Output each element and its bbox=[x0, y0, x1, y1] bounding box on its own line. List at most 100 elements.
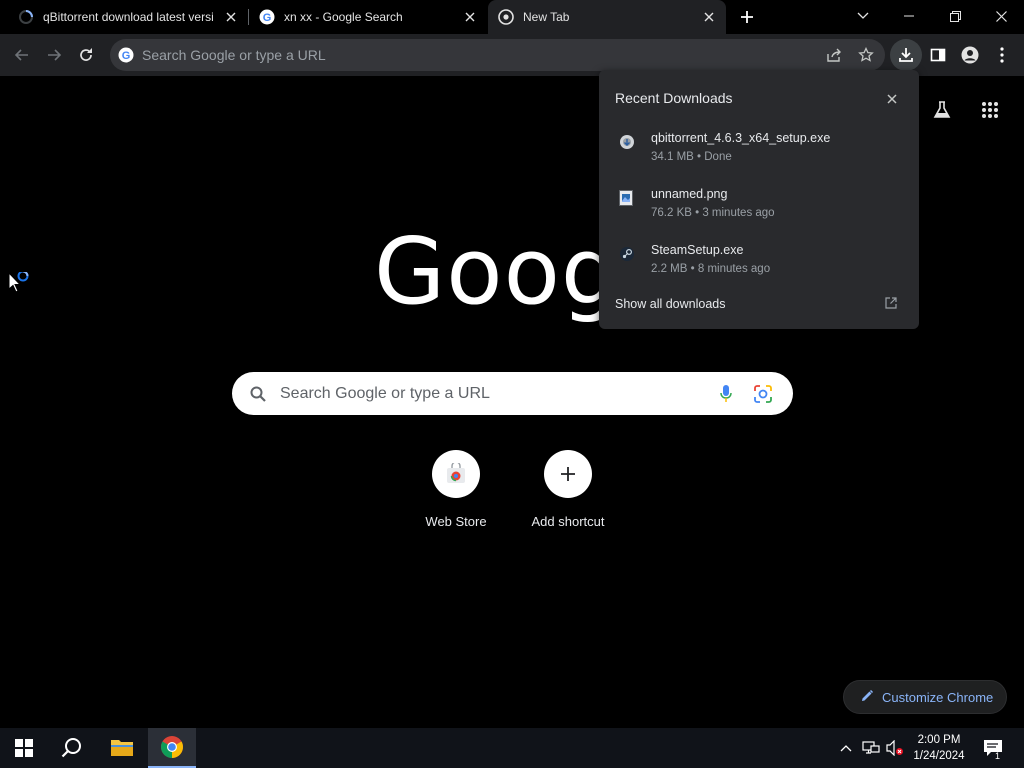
file-explorer-button[interactable] bbox=[98, 728, 146, 768]
screen: qBittorrent download latest versi G xn x… bbox=[0, 0, 1024, 768]
bookmark-button[interactable] bbox=[854, 43, 878, 67]
download-item[interactable]: qbittorrent_4.6.3_x64_setup.exe 34.1 MB … bbox=[599, 130, 919, 184]
flask-icon bbox=[933, 101, 951, 118]
minimize-button[interactable] bbox=[886, 0, 932, 32]
pencil-icon bbox=[860, 689, 874, 706]
profile-button[interactable] bbox=[954, 39, 986, 71]
kebab-menu-icon bbox=[1000, 47, 1004, 63]
tab-title: xn xx - Google Search bbox=[284, 10, 403, 24]
chrome-taskbar-button[interactable] bbox=[148, 728, 196, 768]
close-tab-icon[interactable] bbox=[700, 8, 718, 26]
tab-qbittorrent[interactable]: qBittorrent download latest versi bbox=[8, 0, 248, 34]
shortcut-label: Add shortcut bbox=[531, 514, 605, 529]
reload-icon bbox=[80, 48, 92, 61]
installer-icon bbox=[619, 134, 635, 152]
search-taskbar-button[interactable] bbox=[48, 728, 96, 768]
tab-new-tab[interactable]: New Tab bbox=[488, 0, 726, 34]
close-icon bbox=[995, 10, 1007, 22]
folder-icon bbox=[111, 740, 133, 756]
volume-tray-button[interactable] bbox=[884, 728, 906, 768]
google-g-icon: G bbox=[118, 47, 134, 63]
close-window-button[interactable] bbox=[978, 0, 1024, 32]
menu-button[interactable] bbox=[986, 39, 1018, 71]
close-icon bbox=[887, 94, 897, 104]
labs-button[interactable] bbox=[928, 96, 956, 124]
customize-label: Customize Chrome bbox=[882, 689, 994, 705]
plus-icon bbox=[741, 11, 753, 23]
shortcut-label: Web Store bbox=[425, 514, 487, 529]
tab-strip: qBittorrent download latest versi G xn x… bbox=[0, 0, 1024, 34]
clock-time: 2:00 PM bbox=[917, 734, 961, 746]
tab-search-button[interactable] bbox=[840, 0, 886, 32]
forward-button[interactable] bbox=[38, 39, 70, 71]
download-filename: SteamSetup.exe bbox=[651, 243, 744, 257]
restore-icon bbox=[949, 10, 961, 22]
apps-grid-icon bbox=[982, 102, 998, 118]
tab-title: New Tab bbox=[523, 10, 570, 24]
open-in-new-icon[interactable] bbox=[885, 296, 899, 310]
chrome-icon bbox=[161, 736, 183, 758]
download-meta: 76.2 KB • 3 minutes ago bbox=[651, 207, 775, 219]
side-panel-button[interactable] bbox=[922, 39, 954, 71]
network-tray-button[interactable] bbox=[860, 728, 882, 768]
clock-date: 1/24/2024 bbox=[913, 750, 965, 762]
svg-text:G: G bbox=[263, 12, 272, 24]
back-arrow-icon bbox=[14, 49, 28, 61]
downloads-bubble: Recent Downloads qbittorrent_4.6.3_x64_s… bbox=[599, 70, 919, 329]
search-icon bbox=[250, 386, 266, 402]
search-icon bbox=[61, 738, 81, 758]
reload-button[interactable] bbox=[70, 39, 102, 71]
minimize-icon bbox=[904, 15, 914, 17]
svg-text:G: G bbox=[122, 50, 131, 62]
side-panel-icon bbox=[930, 48, 946, 62]
voice-search-icon[interactable] bbox=[720, 385, 732, 403]
downloads-title: Recent Downloads bbox=[615, 90, 733, 106]
steam-icon bbox=[619, 246, 635, 264]
apps-button[interactable] bbox=[976, 96, 1004, 124]
chevron-down-icon bbox=[857, 12, 869, 19]
google-lens-icon[interactable] bbox=[754, 385, 772, 403]
image-file-icon bbox=[619, 190, 635, 208]
download-meta: 2.2 MB • 8 minutes ago bbox=[651, 263, 771, 275]
close-tab-icon[interactable] bbox=[222, 8, 240, 26]
new-tab-button[interactable] bbox=[726, 1, 768, 33]
shortcut-add[interactable]: Add shortcut bbox=[512, 450, 624, 529]
windows-taskbar: 2:00 PM 1/24/2024 1 bbox=[0, 728, 1024, 768]
back-button[interactable] bbox=[6, 39, 38, 71]
start-button[interactable] bbox=[0, 728, 48, 768]
notifications-button[interactable]: 1 bbox=[980, 728, 1006, 768]
avatar-icon bbox=[961, 46, 979, 64]
tab-title: qBittorrent download latest versi bbox=[43, 10, 214, 24]
download-item[interactable]: SteamSetup.exe 2.2 MB • 8 minutes ago bbox=[599, 242, 919, 296]
restore-button[interactable] bbox=[932, 0, 978, 32]
downloads-button[interactable] bbox=[890, 39, 922, 71]
shortcut-web-store[interactable]: Web Store bbox=[400, 450, 512, 529]
ntp-search-input[interactable] bbox=[280, 384, 700, 403]
volume-muted-icon bbox=[886, 740, 903, 756]
google-g-icon: G bbox=[259, 9, 275, 25]
plus-icon bbox=[544, 450, 592, 498]
download-icon bbox=[899, 48, 913, 62]
network-icon bbox=[862, 741, 880, 754]
show-hidden-icons-button[interactable] bbox=[836, 728, 856, 768]
download-item[interactable]: unnamed.png 76.2 KB • 3 minutes ago bbox=[599, 186, 919, 240]
windows-logo-icon bbox=[15, 739, 33, 757]
download-filename: unnamed.png bbox=[651, 187, 728, 201]
omnibox-input[interactable] bbox=[142, 47, 782, 63]
close-downloads-button[interactable] bbox=[883, 90, 901, 108]
ntp-search-box[interactable] bbox=[232, 372, 793, 415]
download-filename: qbittorrent_4.6.3_x64_setup.exe bbox=[651, 131, 831, 145]
customize-chrome-button[interactable]: Customize Chrome bbox=[843, 680, 1007, 714]
busy-cursor-icon bbox=[8, 270, 32, 296]
omnibox[interactable]: G bbox=[110, 39, 885, 71]
download-meta: 34.1 MB • Done bbox=[651, 151, 732, 163]
close-tab-icon[interactable] bbox=[461, 8, 479, 26]
chevron-up-icon bbox=[840, 745, 852, 752]
forward-arrow-icon bbox=[48, 49, 62, 61]
share-button[interactable] bbox=[822, 43, 846, 67]
show-all-downloads-link[interactable]: Show all downloads bbox=[615, 297, 726, 311]
taskbar-clock[interactable]: 2:00 PM 1/24/2024 bbox=[906, 732, 972, 764]
chrome-icon bbox=[498, 9, 514, 25]
tab-google-search[interactable]: G xn xx - Google Search bbox=[249, 0, 487, 34]
notification-count: 1 bbox=[995, 751, 1001, 761]
